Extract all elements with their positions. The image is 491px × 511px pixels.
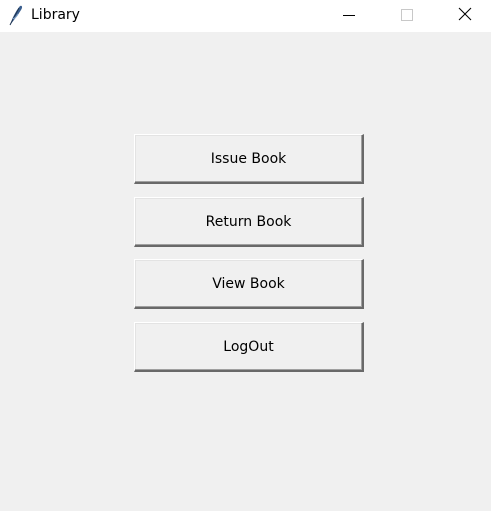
issue-book-button[interactable]: Issue Book	[134, 134, 364, 184]
minimize-icon	[343, 6, 355, 25]
window-title: Library	[31, 7, 80, 23]
close-icon	[458, 6, 472, 25]
maximize-button	[378, 0, 436, 30]
maximize-icon	[401, 6, 413, 25]
return-book-button[interactable]: Return Book	[134, 197, 364, 247]
title-bar[interactable]: Library	[0, 0, 491, 32]
close-button[interactable]	[436, 0, 491, 30]
feather-icon	[6, 4, 24, 26]
minimize-button[interactable]	[320, 0, 378, 30]
view-book-button[interactable]: View Book	[134, 259, 364, 309]
logout-button[interactable]: LogOut	[134, 322, 364, 372]
main-window-area: Issue Book Return Book View Book LogOut	[0, 32, 491, 511]
